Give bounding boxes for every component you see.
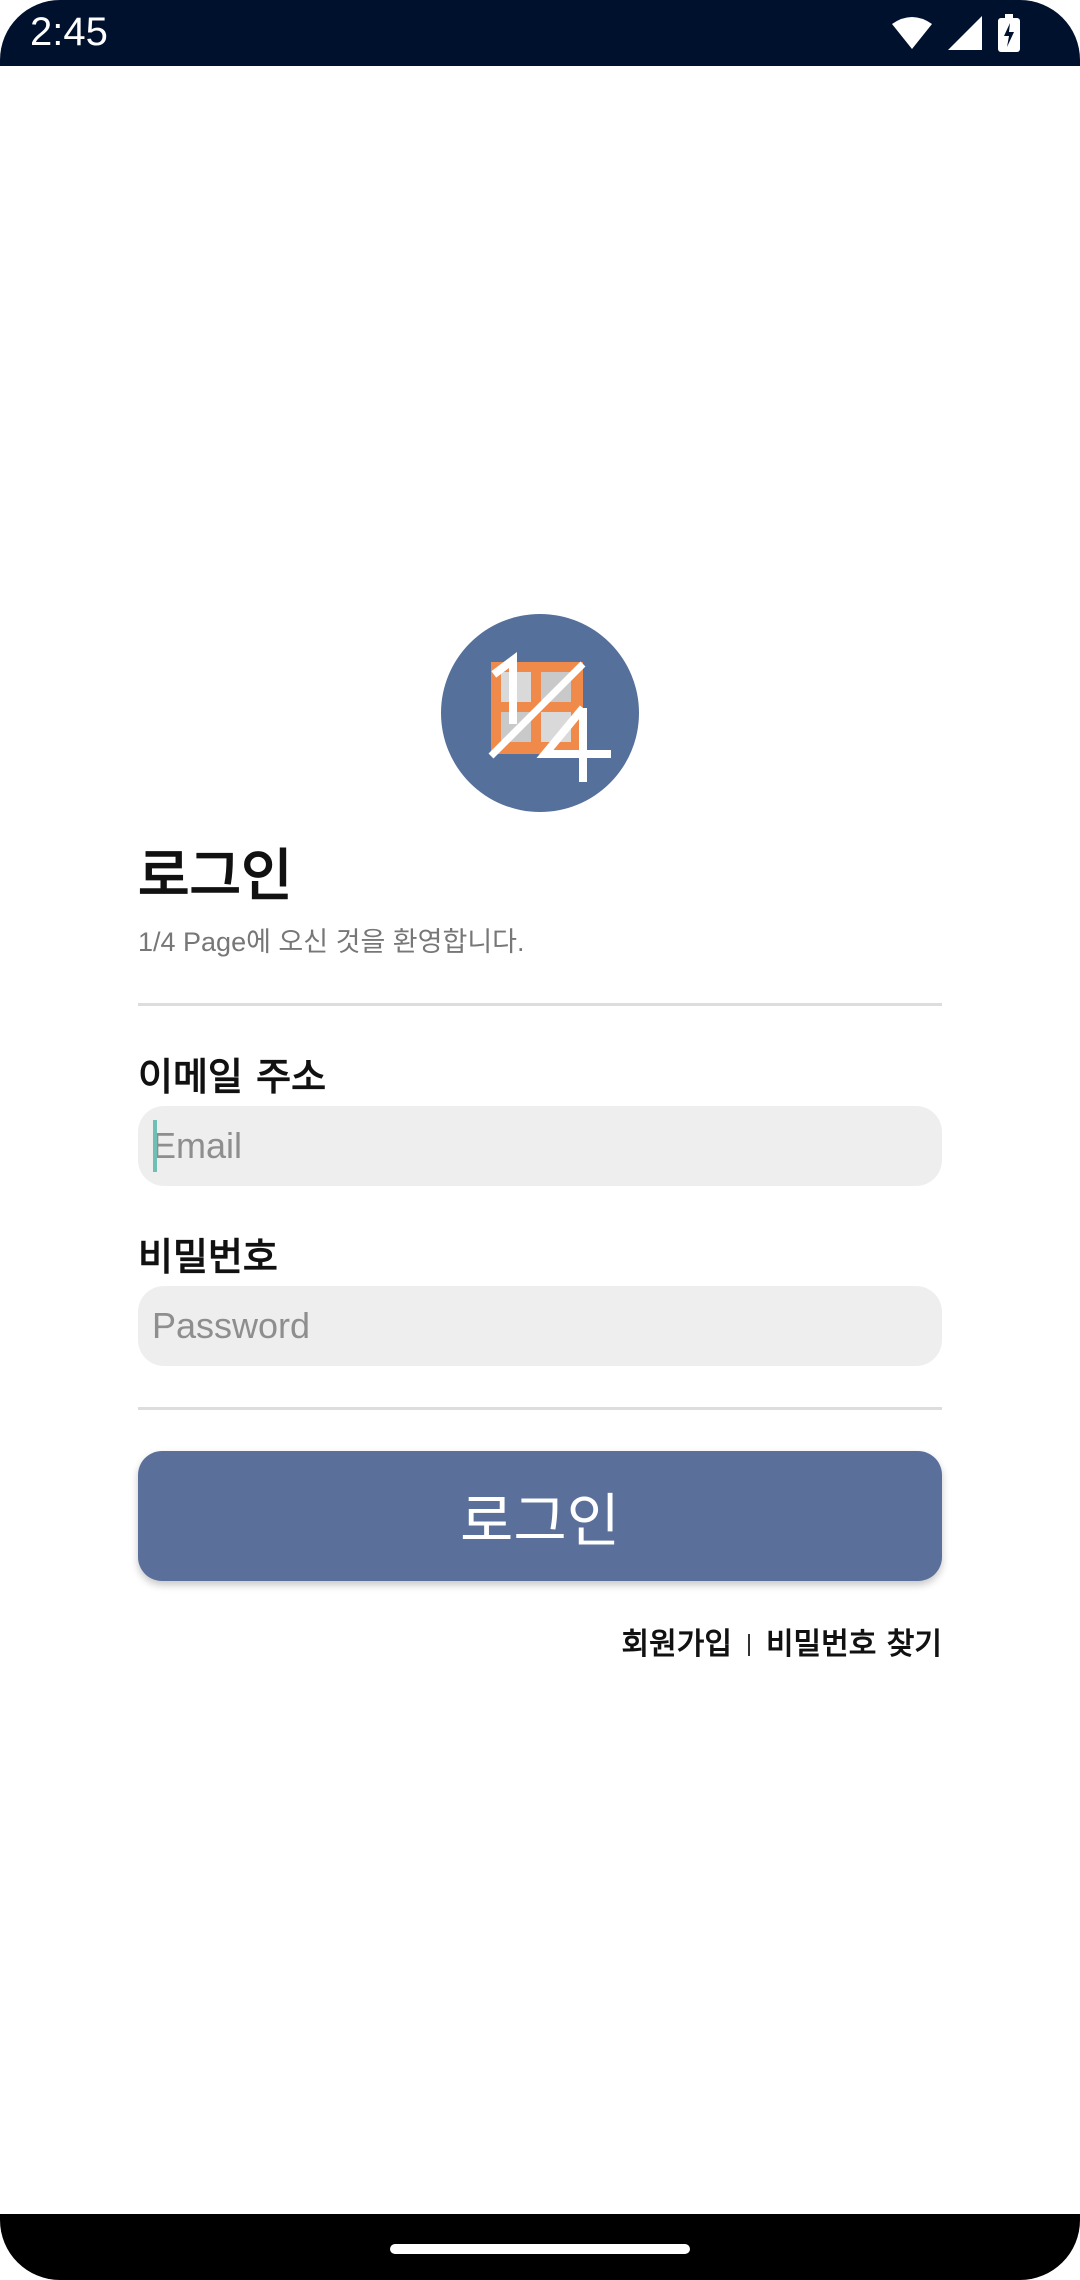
- home-indicator[interactable]: [390, 2244, 690, 2254]
- auth-links: 회원가입 비밀번호 찾기: [622, 1624, 942, 1666]
- bottom-divider: [138, 1407, 942, 1410]
- signup-link[interactable]: 회원가입: [622, 1624, 732, 1666]
- text-cursor: [153, 1120, 157, 1172]
- email-field[interactable]: [138, 1106, 942, 1186]
- page-title: 로그인: [138, 844, 293, 909]
- app-logo: [441, 614, 639, 812]
- signal-icon: [948, 16, 982, 50]
- link-separator: [747, 1634, 750, 1656]
- status-time: 2:45: [30, 10, 108, 54]
- find-password-link[interactable]: 비밀번호 찾기: [766, 1624, 942, 1666]
- page-subtitle: 1/4 Page에 오신 것을 환영합니다.: [138, 927, 525, 957]
- email-label: 이메일 주소: [138, 1055, 327, 1099]
- app-logo-graphic: [488, 652, 611, 782]
- battery-charging-icon: [998, 14, 1020, 52]
- password-field[interactable]: [138, 1286, 942, 1366]
- wifi-icon: [892, 16, 932, 50]
- status-icons: [892, 14, 1020, 52]
- navigation-bar: [0, 2214, 1080, 2280]
- status-bar: 2:45: [0, 0, 1080, 66]
- password-field-container: [138, 1286, 942, 1366]
- login-button-label: 로그인: [459, 1487, 621, 1555]
- password-label: 비밀번호: [138, 1235, 278, 1279]
- email-field-container: [138, 1106, 942, 1186]
- top-divider: [138, 1003, 942, 1006]
- login-screen: 2:45 로그인 1/4 Page에 오신 것을 환영합니다. 이메일 주소 E…: [0, 0, 1080, 2280]
- login-button[interactable]: 로그인: [138, 1451, 942, 1581]
